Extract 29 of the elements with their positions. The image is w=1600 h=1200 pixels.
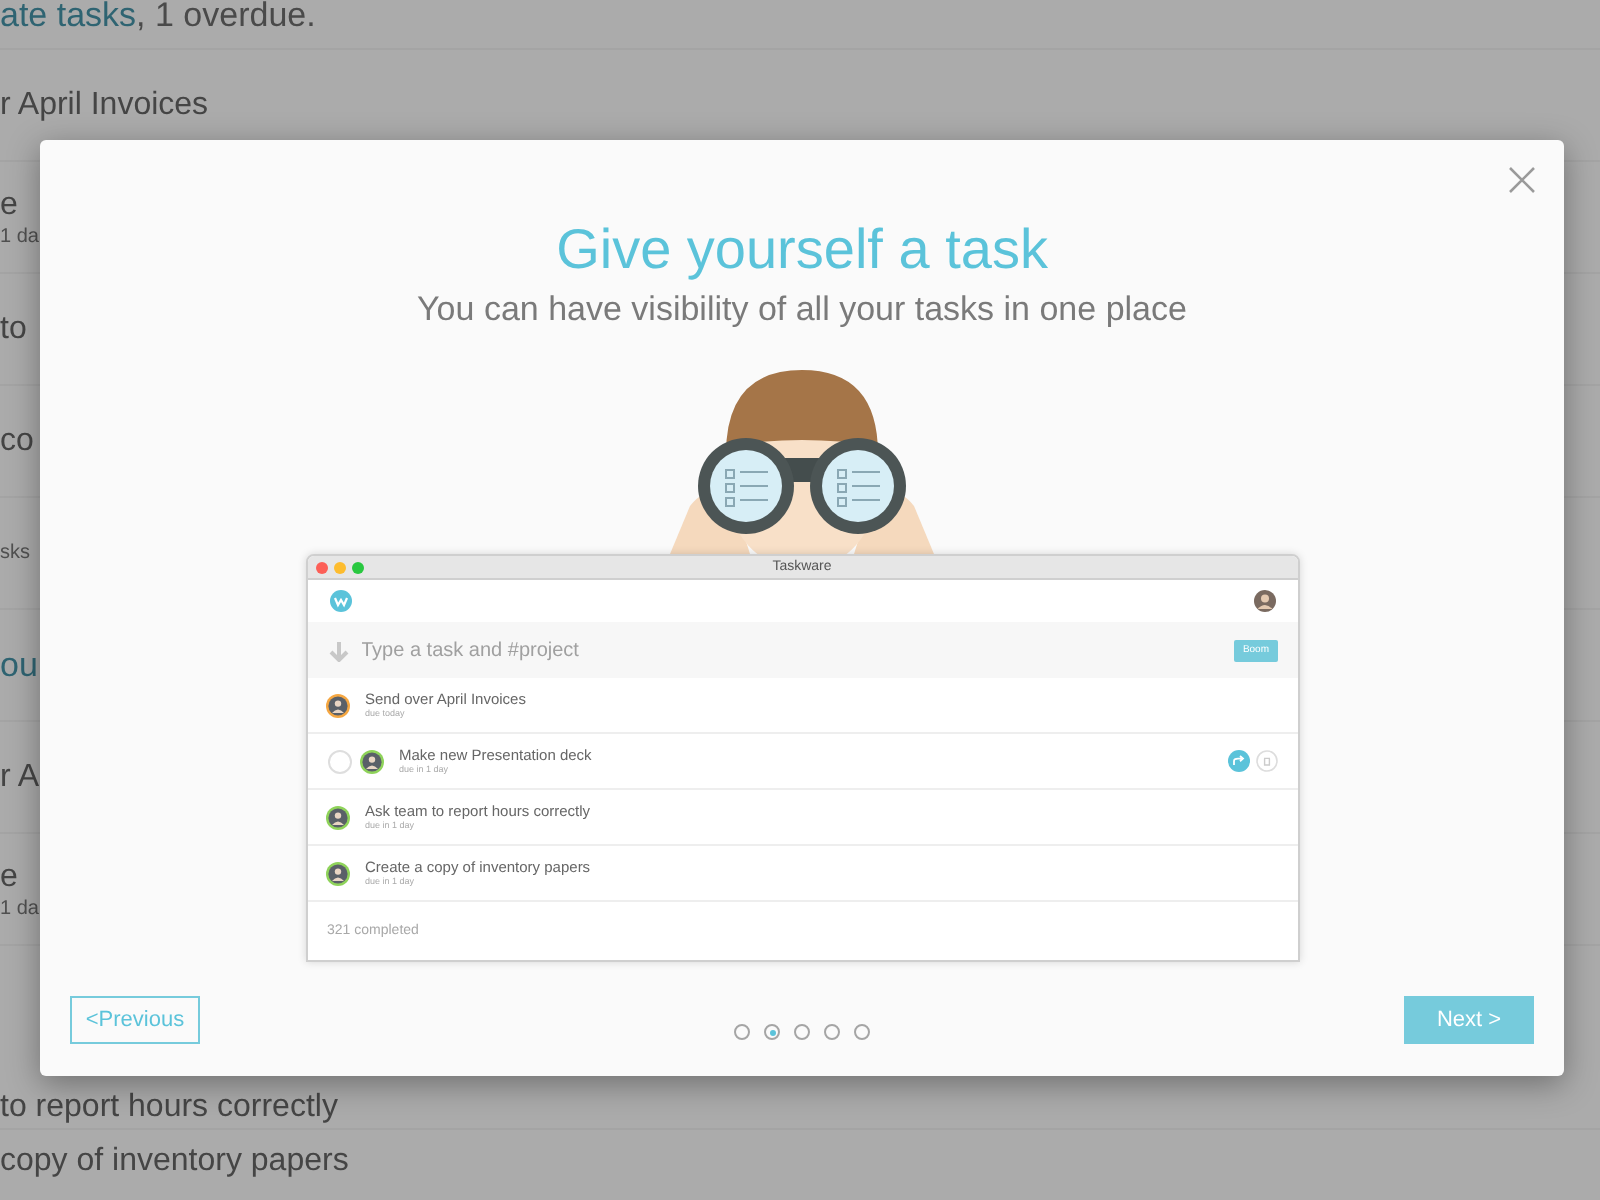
- task-title: r A: [0, 757, 40, 797]
- previous-button[interactable]: <Previous: [70, 996, 200, 1044]
- task-title: r April Invoices: [0, 85, 209, 125]
- checkbox[interactable]: [327, 749, 351, 773]
- maximize-window-icon[interactable]: [351, 561, 363, 573]
- share-icon[interactable]: [1227, 750, 1249, 772]
- task-title: co: [0, 421, 34, 461]
- tasks-link[interactable]: ate tasks: [0, 0, 137, 32]
- close-button[interactable]: [1508, 166, 1536, 194]
- arrow-down-icon: [327, 639, 349, 661]
- dialog-subtitle: You can have visibility of all your tasks in one place: [417, 288, 1187, 332]
- summary-text: , 1 overdue.: [136, 0, 316, 32]
- task-title: to report hours correctly: [0, 1088, 338, 1128]
- dialog-title: Give yourself a task: [556, 216, 1048, 284]
- task-title: copy of inventory papers: [0, 1141, 349, 1181]
- logo-icon: [329, 590, 351, 612]
- due-text: 1 da: [0, 897, 39, 921]
- next-button[interactable]: Next >: [1404, 996, 1534, 1044]
- task-title: e: [0, 857, 18, 897]
- task-title: to: [0, 309, 27, 349]
- page-dot[interactable]: [764, 1024, 780, 1040]
- close-window-icon[interactable]: [315, 561, 327, 573]
- due-text: sks: [0, 541, 30, 565]
- trash-icon[interactable]: [1255, 750, 1277, 772]
- task-title: e: [0, 185, 18, 225]
- section-heading: ou: [0, 645, 38, 685]
- due-text: 1 da: [0, 225, 39, 249]
- avatar-icon[interactable]: [1253, 590, 1275, 612]
- minimize-window-icon[interactable]: [333, 561, 345, 573]
